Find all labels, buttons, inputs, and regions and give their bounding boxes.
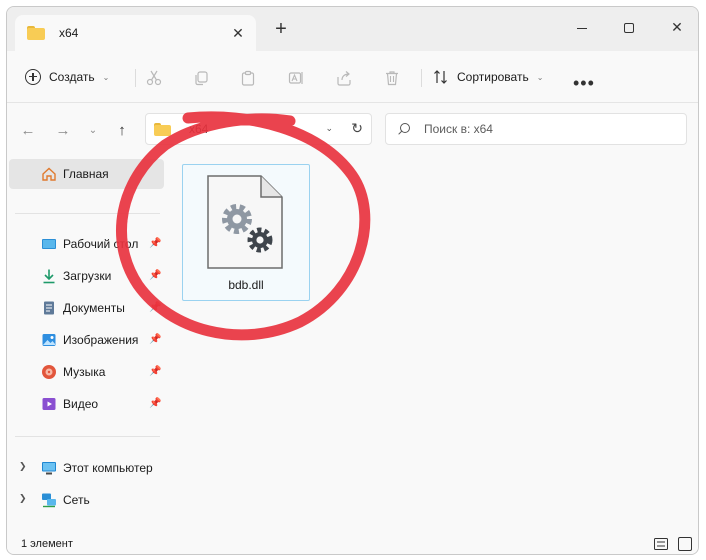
network-icon xyxy=(42,493,56,508)
folder-icon xyxy=(27,26,45,40)
toolbar-divider xyxy=(135,69,136,87)
chevron-right-icon[interactable]: ❯ xyxy=(19,493,27,504)
chevron-down-icon: ⌄ xyxy=(536,72,544,82)
main-area: Главная Рабочий стол 📌 Загрузки 📌 Докуме… xyxy=(7,157,698,531)
computer-icon xyxy=(42,462,56,475)
chevron-right-icon[interactable]: ❯ xyxy=(19,461,27,472)
pin-icon[interactable]: 📌 xyxy=(149,334,161,346)
sort-icon xyxy=(434,70,447,84)
pictures-icon xyxy=(42,334,56,346)
maximize-button[interactable] xyxy=(614,15,644,39)
minimize-button[interactable] xyxy=(567,15,597,39)
sidebar-item-home[interactable]: Главная xyxy=(9,159,164,189)
more-options-button[interactable]: ••• xyxy=(573,69,595,97)
address-path: x64 xyxy=(189,122,209,136)
sort-button[interactable]: Сортировать ⌄ xyxy=(433,63,543,91)
create-label: Создать xyxy=(49,70,95,84)
sidebar-divider xyxy=(15,436,160,437)
file-list: bdb.dll xyxy=(170,157,698,531)
toolbar-divider xyxy=(421,69,422,87)
chevron-down-icon: ⌄ xyxy=(102,72,110,82)
sidebar-item-this-pc[interactable]: ❯ Этот компьютер xyxy=(9,453,164,483)
sidebar-item-label: Загрузки xyxy=(63,269,112,283)
navigation-pane: Главная Рабочий стол 📌 Загрузки 📌 Докуме… xyxy=(7,157,170,531)
documents-icon xyxy=(44,301,54,315)
search-icon xyxy=(398,123,410,135)
sidebar-divider xyxy=(15,213,160,214)
search-box[interactable] xyxy=(385,113,687,145)
details-view-icon[interactable] xyxy=(654,538,668,550)
downloads-icon xyxy=(43,269,55,284)
pin-icon[interactable]: 📌 xyxy=(149,398,161,410)
plus-circle-icon xyxy=(25,69,41,85)
address-bar[interactable]: x64 ⌄ ↻ xyxy=(145,113,372,145)
close-window-button[interactable]: ✕ xyxy=(662,15,692,39)
forward-arrow-icon[interactable]: → xyxy=(55,123,71,139)
search-input[interactable] xyxy=(424,122,664,136)
title-bar: x64 ✕ + ✕ xyxy=(7,7,698,51)
minimize-icon xyxy=(577,27,587,29)
command-bar: Создать ⌄ Сортировать ⌄ ••• xyxy=(7,51,698,103)
navigation-row: ← → ⌄ ↑ x64 ⌄ ↻ xyxy=(7,103,698,157)
sidebar-item-label: Видео xyxy=(63,397,99,411)
paste-icon[interactable] xyxy=(240,70,256,86)
delete-icon[interactable] xyxy=(384,70,400,86)
pin-icon[interactable]: 📌 xyxy=(149,238,161,250)
pin-icon[interactable]: 📌 xyxy=(149,366,161,378)
desktop-icon xyxy=(42,239,56,249)
tiles-view-icon[interactable] xyxy=(678,537,692,551)
sidebar-item-label: Главная xyxy=(63,167,109,181)
dll-file-icon xyxy=(207,175,283,269)
create-button[interactable]: Создать ⌄ xyxy=(25,63,109,91)
tab-x64[interactable]: x64 ✕ xyxy=(15,15,256,51)
sidebar-item-label: Музыка xyxy=(63,365,106,379)
sidebar-item-label: Этот компьютер xyxy=(63,461,153,475)
up-arrow-icon[interactable]: ↑ xyxy=(114,123,130,139)
rename-icon[interactable] xyxy=(288,70,304,86)
share-icon[interactable] xyxy=(336,70,352,86)
videos-icon xyxy=(42,398,56,410)
new-tab-button[interactable]: + xyxy=(272,19,290,39)
pin-icon[interactable]: 📌 xyxy=(149,302,161,314)
folder-icon xyxy=(154,122,171,136)
status-bar: 1 элемент xyxy=(7,531,698,554)
refresh-icon[interactable]: ↻ xyxy=(351,120,363,137)
back-arrow-icon[interactable]: ← xyxy=(20,123,36,139)
sidebar-item-desktop[interactable]: Рабочий стол 📌 xyxy=(9,229,164,259)
maximize-icon xyxy=(624,23,634,34)
home-icon xyxy=(42,167,56,181)
pin-icon[interactable]: 📌 xyxy=(149,270,161,282)
sidebar-item-pictures[interactable]: Изображения 📌 xyxy=(9,325,164,355)
file-item[interactable]: bdb.dll xyxy=(182,164,310,301)
copy-icon[interactable] xyxy=(193,70,209,86)
sidebar-item-videos[interactable]: Видео 📌 xyxy=(9,389,164,419)
explorer-window: x64 ✕ + ✕ Создать ⌄ Сортировать ⌄ ••• ← … xyxy=(6,6,699,555)
sidebar-item-label: Рабочий стол xyxy=(63,237,139,251)
tab-close-icon[interactable]: ✕ xyxy=(230,25,246,41)
tab-title: x64 xyxy=(59,26,79,40)
music-icon xyxy=(42,365,56,379)
recent-locations-chevron-icon[interactable]: ⌄ xyxy=(85,123,101,139)
sidebar-item-label: Документы xyxy=(63,301,125,315)
sidebar-item-documents[interactable]: Документы 📌 xyxy=(9,293,164,323)
item-count: 1 элемент xyxy=(21,538,73,550)
file-name: bdb.dll xyxy=(228,278,264,292)
sidebar-item-downloads[interactable]: Загрузки 📌 xyxy=(9,261,164,291)
sidebar-item-network[interactable]: ❯ Сеть xyxy=(9,485,164,515)
sort-label: Сортировать xyxy=(457,70,529,84)
cut-icon[interactable] xyxy=(146,70,162,86)
chevron-down-icon[interactable]: ⌄ xyxy=(325,123,333,134)
sidebar-item-label: Сеть xyxy=(63,493,90,507)
sidebar-item-label: Изображения xyxy=(63,333,139,347)
sidebar-item-music[interactable]: Музыка 📌 xyxy=(9,357,164,387)
